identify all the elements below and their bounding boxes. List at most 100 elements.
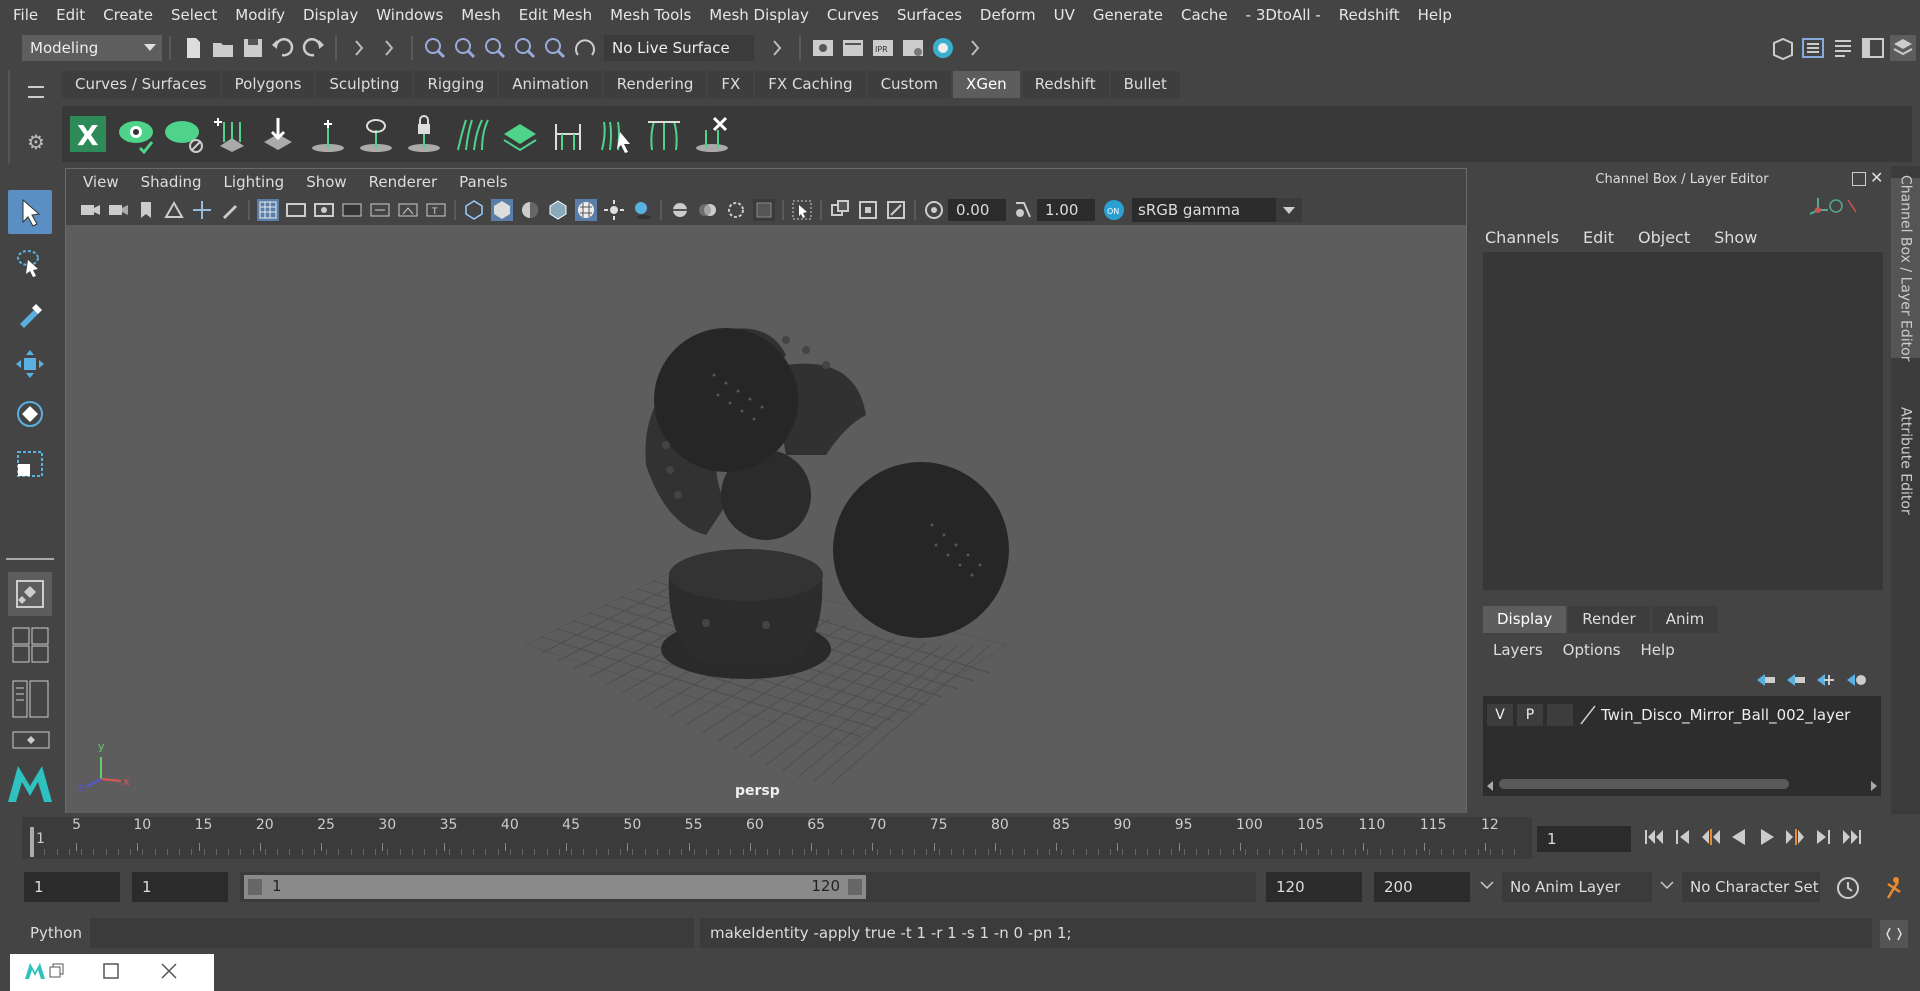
snap-view-icon[interactable] bbox=[512, 35, 538, 61]
shelf-tab-bullet[interactable]: Bullet bbox=[1110, 71, 1180, 98]
field-chart-icon[interactable] bbox=[369, 199, 391, 221]
layout-tool-settings-icon[interactable] bbox=[1860, 35, 1886, 61]
menu-3dtoall[interactable]: - 3DtoAll - bbox=[1237, 6, 1330, 24]
viewport-menu-show[interactable]: Show bbox=[295, 173, 357, 191]
xgen-layer-icon[interactable] bbox=[500, 112, 540, 156]
character-set-dropdown[interactable]: No Character Set bbox=[1658, 872, 1826, 902]
menu-deform[interactable]: Deform bbox=[971, 6, 1045, 24]
xray-joints-icon[interactable] bbox=[857, 199, 879, 221]
ambient-occlusion-icon[interactable] bbox=[669, 199, 691, 221]
time-slider[interactable]: 1 5 10 15 20 25 30 35 40 45 50 55 60 65 70 75 80 85 90 95 10… bbox=[22, 817, 1532, 859]
xgen-length-icon[interactable] bbox=[644, 112, 684, 156]
channel-box-menu-edit[interactable]: Edit bbox=[1571, 228, 1626, 252]
xgen-add-guide-icon[interactable] bbox=[212, 112, 252, 156]
disco-ball-model[interactable] bbox=[645, 328, 1009, 679]
shelf-settings-gear-icon[interactable]: ⚙ bbox=[27, 130, 45, 154]
layout-single-pane-icon[interactable] bbox=[8, 572, 52, 616]
wireframe-on-shaded-icon[interactable] bbox=[547, 199, 569, 221]
channel-box-menu-channels[interactable]: Channels bbox=[1473, 228, 1571, 252]
xgen-sculpt-guide-icon[interactable] bbox=[260, 112, 300, 156]
go-to-end-icon[interactable] bbox=[1841, 827, 1863, 851]
layout-channel-box-icon[interactable] bbox=[1890, 34, 1916, 61]
xgen-cut-icon[interactable] bbox=[548, 112, 588, 156]
isolate-select-icon[interactable] bbox=[791, 199, 813, 221]
textured-icon[interactable] bbox=[575, 199, 597, 221]
film-gate-icon[interactable] bbox=[285, 199, 307, 221]
script-editor-icon[interactable] bbox=[1880, 920, 1908, 948]
xgen-guide-icon[interactable] bbox=[308, 112, 348, 156]
menu-windows[interactable]: Windows bbox=[367, 6, 452, 24]
scene-start-field[interactable]: 1 bbox=[24, 872, 120, 902]
layer-name[interactable]: Twin_Disco_Mirror_Ball_002_layer bbox=[1601, 706, 1850, 724]
scene-end-field[interactable]: 200 bbox=[1374, 872, 1470, 902]
animation-preferences-icon[interactable] bbox=[1880, 874, 1906, 904]
layout-collapse-icon[interactable] bbox=[12, 730, 50, 750]
shelf-tab-redshift[interactable]: Redshift bbox=[1021, 71, 1109, 98]
menu-modify[interactable]: Modify bbox=[226, 6, 294, 24]
rotate-tool[interactable] bbox=[8, 392, 52, 436]
select-tool[interactable] bbox=[8, 190, 52, 234]
layer-row[interactable]: V P Twin_Disco_Mirror_Ball_002_layer bbox=[1487, 704, 1850, 726]
xgen-leaf-icon[interactable] bbox=[164, 112, 204, 156]
xray-active-components-icon[interactable] bbox=[885, 199, 907, 221]
restore-window-icon[interactable] bbox=[48, 962, 66, 984]
layer-tab-display[interactable]: Display bbox=[1483, 606, 1567, 633]
xgen-visibility-icon[interactable] bbox=[356, 112, 396, 156]
hypershade-icon[interactable] bbox=[930, 35, 956, 61]
viewport-menu-view[interactable]: View bbox=[72, 173, 130, 191]
layer-horizontal-scrollbar[interactable] bbox=[1483, 776, 1881, 792]
xray-icon[interactable] bbox=[829, 199, 851, 221]
snap-surface-icon[interactable] bbox=[542, 35, 568, 61]
playback-start-field[interactable]: 1 bbox=[132, 872, 228, 902]
shelf-tab-rendering[interactable]: Rendering bbox=[603, 71, 707, 98]
current-time-indicator[interactable] bbox=[30, 827, 34, 857]
live-surface-field[interactable]: No Live Surface bbox=[604, 34, 754, 61]
play-forward-icon[interactable] bbox=[1757, 827, 1777, 851]
menu-edit-mesh[interactable]: Edit Mesh bbox=[510, 6, 601, 24]
xgen-comb-icon[interactable] bbox=[452, 112, 492, 156]
layout-attribute-icon[interactable] bbox=[1830, 35, 1856, 61]
anim-layer-dropdown[interactable]: No Anim Layer bbox=[1478, 872, 1654, 902]
collapse-arrow-icon[interactable] bbox=[962, 35, 988, 61]
gate-mask-icon[interactable] bbox=[341, 199, 363, 221]
layer-display-type-toggle[interactable] bbox=[1547, 704, 1573, 726]
move-layer-down-icon[interactable] bbox=[1783, 670, 1813, 690]
viewport-menu-renderer[interactable]: Renderer bbox=[358, 173, 448, 191]
side-tab-attribute-editor[interactable]: Attribute Editor bbox=[1891, 396, 1920, 526]
layer-menu-help[interactable]: Help bbox=[1631, 641, 1685, 665]
float-window-icon[interactable] bbox=[1852, 172, 1866, 186]
collapse-arrow-icon[interactable] bbox=[764, 35, 790, 61]
lasso-tool[interactable] bbox=[8, 240, 52, 284]
menu-file[interactable]: File bbox=[4, 6, 47, 24]
shelf-tab-xgen[interactable]: XGen bbox=[953, 71, 1020, 98]
camera-icon[interactable] bbox=[79, 199, 101, 221]
snap-live-icon[interactable] bbox=[572, 35, 598, 61]
collapse-arrow-icon[interactable] bbox=[376, 35, 402, 61]
range-slider-track[interactable]: 1 120 bbox=[244, 875, 866, 899]
move-layer-up-icon[interactable] bbox=[1753, 670, 1783, 690]
shelf-tab-custom[interactable]: Custom bbox=[867, 71, 952, 98]
workspace-dropdown[interactable]: Modeling bbox=[22, 34, 162, 61]
channel-box-menu-show[interactable]: Show bbox=[1702, 228, 1769, 252]
scroll-right-icon[interactable] bbox=[1869, 778, 1879, 796]
layer-tab-render[interactable]: Render bbox=[1568, 606, 1650, 633]
move-tool[interactable] bbox=[8, 342, 52, 386]
new-layer-icon[interactable] bbox=[1813, 670, 1843, 690]
exposure-field[interactable]: 0.00 bbox=[948, 199, 1006, 221]
menu-edit[interactable]: Edit bbox=[47, 6, 94, 24]
step-back-key-icon[interactable] bbox=[1673, 827, 1693, 851]
open-scene-icon[interactable] bbox=[210, 35, 236, 61]
paint-select-tool[interactable] bbox=[8, 292, 52, 336]
current-frame-field[interactable]: 1 bbox=[1537, 826, 1631, 852]
motion-blur-icon[interactable] bbox=[697, 199, 719, 221]
menu-mesh[interactable]: Mesh bbox=[452, 6, 510, 24]
xgen-grab-icon[interactable] bbox=[596, 112, 636, 156]
menu-mesh-tools[interactable]: Mesh Tools bbox=[601, 6, 700, 24]
shelf-tab-rigging[interactable]: Rigging bbox=[414, 71, 498, 98]
menu-cache[interactable]: Cache bbox=[1172, 6, 1237, 24]
menu-surfaces[interactable]: Surfaces bbox=[888, 6, 971, 24]
grid-icon[interactable] bbox=[257, 199, 279, 221]
menu-generate[interactable]: Generate bbox=[1084, 6, 1172, 24]
2d-pan-icon[interactable] bbox=[191, 199, 213, 221]
layout-outliner-pane-icon[interactable] bbox=[12, 680, 50, 718]
